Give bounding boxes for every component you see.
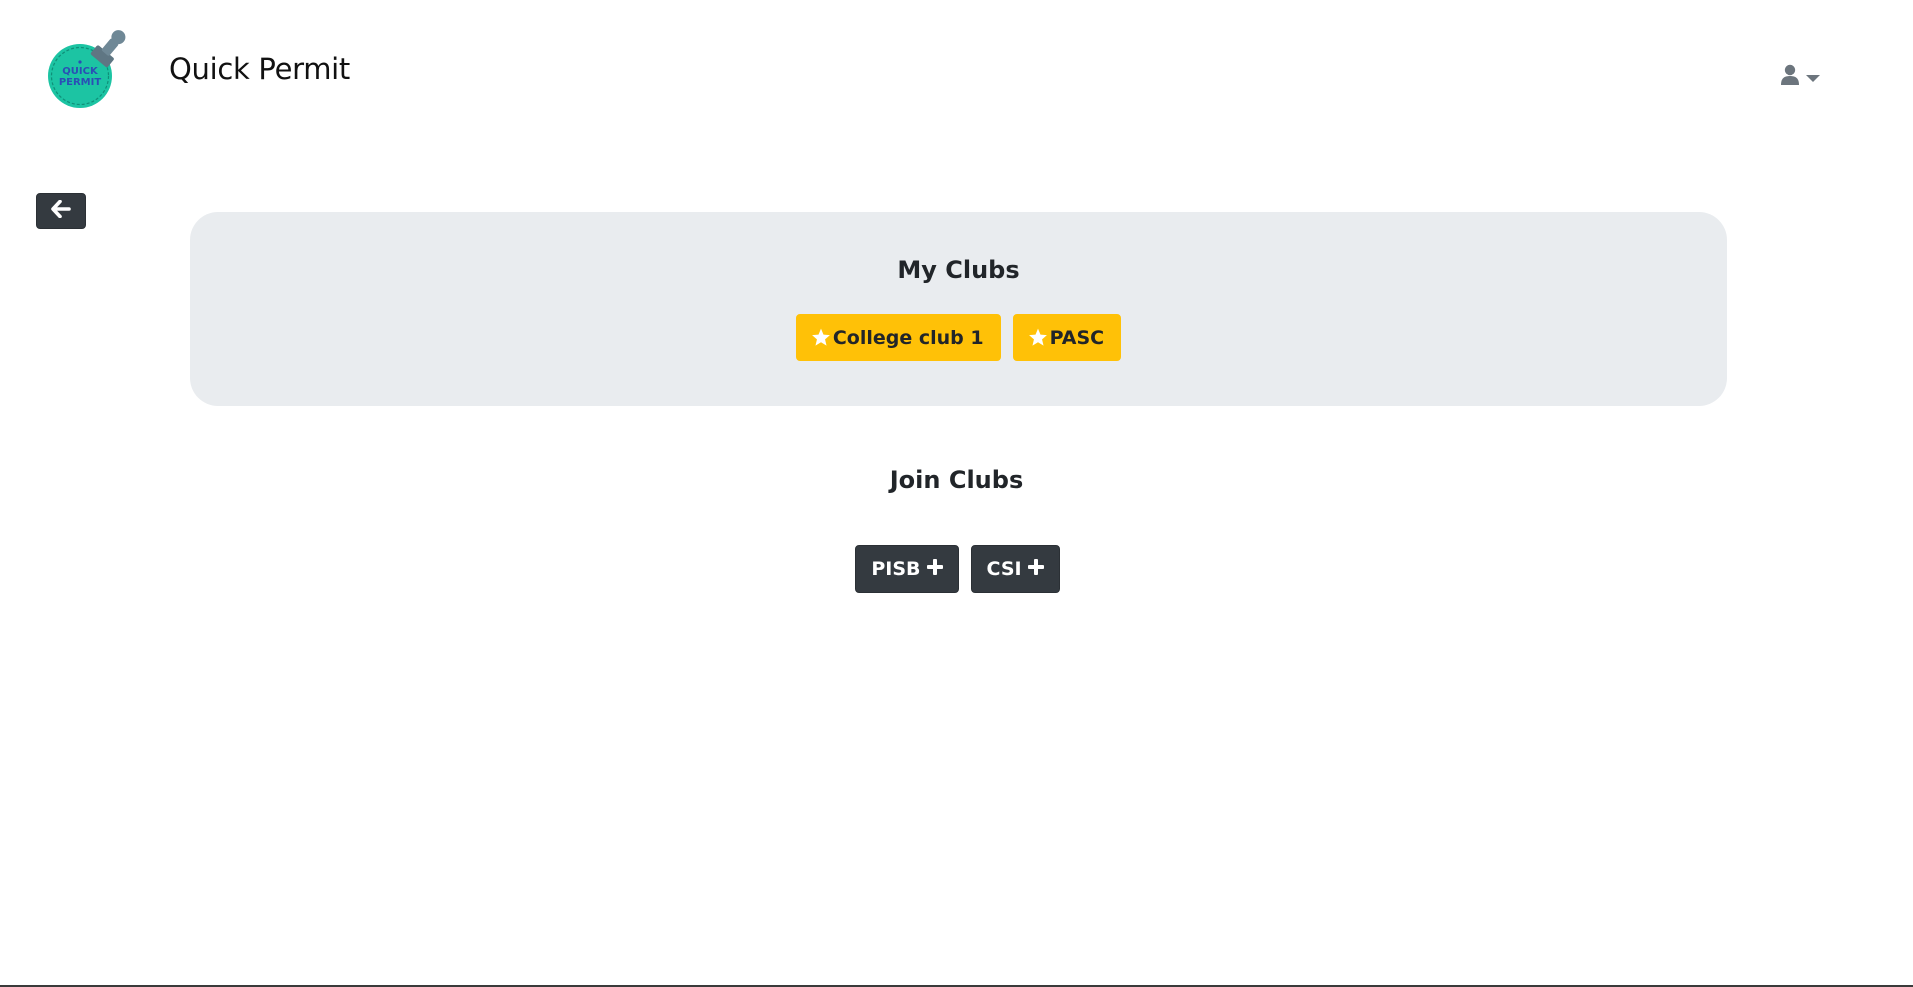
my-club-label: College club 1 [832,326,984,349]
join-club-pisb-button[interactable]: PISB [855,545,959,593]
logo-text-line1: QUICK [62,66,99,77]
arrow-left-icon [51,199,71,222]
my-clubs-title: My Clubs [897,256,1020,284]
join-clubs-list: PISB CSI [0,545,1913,593]
logo-text-line2: PERMIT [59,77,102,88]
my-club-college-club-1-button[interactable]: College club 1 [795,314,1001,361]
my-clubs-list: College club 1 PASC [190,314,1727,361]
navbar: QUICK PERMIT Quick Permit [0,0,1913,150]
my-club-label: PASC [1049,326,1105,349]
star-icon [811,328,831,347]
star-icon [1028,328,1048,347]
plus-icon [926,558,944,580]
plus-icon [1027,558,1045,580]
my-clubs-panel: My Clubs College club 1 PASC [190,212,1727,406]
caret-down-icon [1806,68,1820,87]
join-club-csi-button[interactable]: CSI [970,545,1060,593]
brand-title: Quick Permit [169,52,351,86]
user-icon [1780,64,1800,90]
join-club-label: PISB [871,558,921,580]
my-club-pasc-button[interactable]: PASC [1012,314,1122,361]
back-button[interactable] [36,193,86,229]
user-menu-dropdown[interactable] [1780,64,1830,90]
stamp-logo-icon: QUICK PERMIT [48,30,126,108]
quick-permit-logo[interactable]: QUICK PERMIT [46,24,132,110]
join-clubs-title: Join Clubs [889,466,1024,494]
join-club-label: CSI [986,558,1022,580]
